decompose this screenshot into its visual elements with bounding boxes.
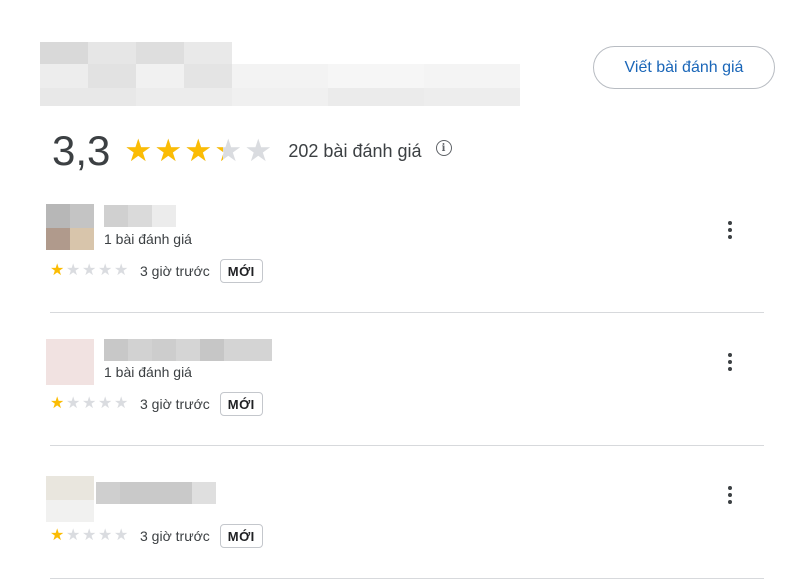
average-stars: ★★★★★★★★★ <box>124 133 274 168</box>
more-options-icon[interactable] <box>718 217 742 243</box>
write-review-label: Viết bài đánh giá <box>624 58 744 76</box>
info-icon[interactable]: i <box>435 140 452 156</box>
divider <box>50 445 764 446</box>
review-time: 3 giờ trước <box>140 263 210 279</box>
divider <box>50 312 764 313</box>
star-empty-icon: ★ <box>114 395 129 412</box>
star-icon: ★★ <box>214 133 243 168</box>
star-filled-icon: ★ <box>50 395 65 412</box>
more-options-icon[interactable] <box>718 349 742 375</box>
review-rating-row: ★ ★ ★ ★ ★ 3 giờ trước MỚI <box>50 392 263 416</box>
star-icon: ★★ <box>184 133 213 168</box>
reviewer-name-redacted[interactable] <box>96 482 216 504</box>
star-empty-icon: ★ <box>66 527 81 544</box>
star-empty-icon: ★ <box>82 527 97 544</box>
reviewer-name-redacted[interactable] <box>104 339 272 361</box>
star-empty-icon: ★ <box>82 395 97 412</box>
review-item: ★ ★ ★ ★ ★ 3 giờ trước MỚI <box>0 472 800 586</box>
average-rating: 3,3 <box>52 127 111 174</box>
reviewer-review-count: 1 bài đánh giá <box>104 231 192 247</box>
review-count[interactable]: 202 bài đánh giá <box>288 141 421 162</box>
star-empty-icon: ★ <box>98 262 113 279</box>
more-options-icon[interactable] <box>718 482 742 508</box>
star-filled-icon: ★ <box>50 527 65 544</box>
review-time: 3 giờ trước <box>140 396 210 412</box>
avatar[interactable] <box>46 476 94 522</box>
rating-summary: 3,3 ★★★★★★★★★ 202 bài đánh giá i <box>52 125 452 177</box>
star-empty-icon: ★ <box>98 395 113 412</box>
write-review-button[interactable]: Viết bài đánh giá <box>593 46 775 89</box>
review-stars: ★ ★ ★ ★ ★ <box>50 263 130 279</box>
star-icon: ★★ <box>124 133 153 168</box>
review-rating-row: ★ ★ ★ ★ ★ 3 giờ trước MỚI <box>50 259 263 283</box>
star-empty-icon: ★ <box>66 262 81 279</box>
avatar[interactable] <box>46 204 94 250</box>
review-item: 1 bài đánh giá ★ ★ ★ ★ ★ 3 giờ trước MỚI <box>0 200 800 330</box>
review-time: 3 giờ trước <box>140 528 210 544</box>
star-empty-icon: ★ <box>98 527 113 544</box>
star-empty-icon: ★ <box>66 395 81 412</box>
review-stars: ★ ★ ★ ★ ★ <box>50 528 130 544</box>
star-icon: ★ <box>244 133 273 168</box>
star-empty-icon: ★ <box>114 262 129 279</box>
star-empty-icon: ★ <box>82 262 97 279</box>
star-icon: ★★ <box>154 133 183 168</box>
avatar[interactable] <box>46 339 94 385</box>
star-filled-icon: ★ <box>50 262 65 279</box>
reviewer-review-count: 1 bài đánh giá <box>104 364 192 380</box>
reviewer-name-redacted[interactable] <box>104 205 176 227</box>
divider <box>50 578 764 579</box>
review-stars: ★ ★ ★ ★ ★ <box>50 396 130 412</box>
star-empty-icon: ★ <box>114 527 129 544</box>
place-name-redacted <box>40 42 520 108</box>
new-badge: MỚI <box>219 259 263 283</box>
review-rating-row: ★ ★ ★ ★ ★ 3 giờ trước MỚI <box>50 524 263 548</box>
new-badge: MỚI <box>219 524 263 548</box>
new-badge: MỚI <box>219 392 263 416</box>
